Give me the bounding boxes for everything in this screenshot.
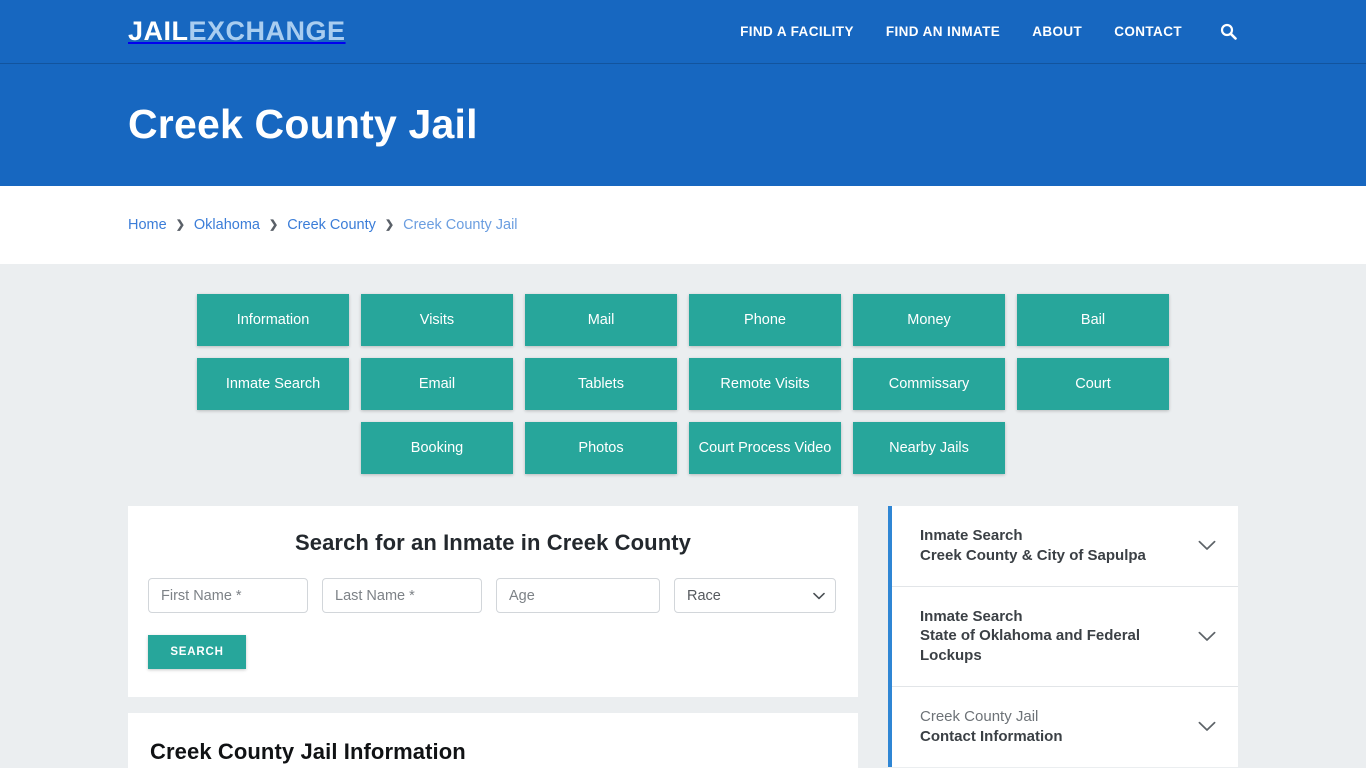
nav-item-find-a-facility[interactable]: FIND A FACILITY	[740, 24, 854, 39]
nav-item-contact[interactable]: CONTACT	[1114, 24, 1182, 39]
tile-mail[interactable]: Mail	[525, 294, 677, 346]
tile-phone[interactable]: Phone	[689, 294, 841, 346]
inmate-search-card: Search for an Inmate in Creek County Rac…	[128, 506, 858, 697]
sidebar-accordion: Inmate Search Creek County & City of Sap…	[888, 506, 1238, 767]
tile-bail[interactable]: Bail	[1017, 294, 1169, 346]
accordion-item-line2: Creek County & City of Sapulpa	[920, 546, 1146, 564]
accordion-item-text: Creek County Jail Contact Information	[920, 707, 1073, 747]
accordion-item-line1: Creek County Jail	[920, 707, 1039, 725]
last-name-input[interactable]	[322, 578, 482, 613]
accordion-item-line1: Inmate Search	[920, 607, 1023, 625]
race-select-wrapper: Race	[674, 578, 836, 613]
tile-remote-visits[interactable]: Remote Visits	[689, 358, 841, 410]
chevron-down-icon[interactable]	[1198, 631, 1216, 642]
tile-tablets[interactable]: Tablets	[525, 358, 677, 410]
tile-photos[interactable]: Photos	[525, 422, 677, 474]
tile-inmate-search[interactable]: Inmate Search	[197, 358, 349, 410]
tile-money[interactable]: Money	[853, 294, 1005, 346]
nav-item-find-an-inmate[interactable]: FIND AN INMATE	[886, 24, 1000, 39]
sidebar-column: Inmate Search Creek County & City of Sap…	[888, 506, 1238, 767]
tile-nearby-jails[interactable]: Nearby Jails	[853, 422, 1005, 474]
site-logo[interactable]: JAILEXCHANGE	[128, 18, 346, 45]
breadcrumb-item-oklahoma[interactable]: Oklahoma	[194, 217, 260, 233]
age-input[interactable]	[496, 578, 660, 613]
page-body: Information Visits Mail Phone Money Bail…	[0, 264, 1366, 768]
tile-commissary[interactable]: Commissary	[853, 358, 1005, 410]
first-name-input[interactable]	[148, 578, 308, 613]
jail-information-heading: Creek County Jail Information	[150, 739, 466, 764]
breadcrumb-item-creek-county-jail[interactable]: Creek County Jail	[403, 217, 517, 233]
hero-banner: Creek County Jail	[0, 64, 1366, 186]
chevron-right-icon: ❯	[175, 218, 185, 231]
race-select[interactable]: Race	[674, 578, 836, 613]
search-card-title: Search for an Inmate in Creek County	[294, 530, 692, 555]
jail-information-card: Creek County Jail Information	[128, 713, 858, 768]
breadcrumb: Home ❯ Oklahoma ❯ Creek County ❯ Creek C…	[128, 217, 518, 233]
search-button[interactable]: SEARCH	[148, 635, 246, 669]
search-icon[interactable]	[1218, 22, 1238, 42]
tile-court-process-video[interactable]: Court Process Video	[689, 422, 841, 474]
breadcrumb-bar: Home ❯ Oklahoma ❯ Creek County ❯ Creek C…	[0, 186, 1366, 264]
chevron-right-icon: ❯	[384, 218, 395, 231]
content-columns: Search for an Inmate in Creek County Rac…	[128, 506, 1238, 768]
accordion-item-line1: Inmate Search	[920, 527, 1023, 544]
facility-section-tiles: Information Visits Mail Phone Money Bail…	[137, 294, 1229, 474]
chevron-right-icon: ❯	[269, 218, 279, 231]
tile-court[interactable]: Court	[1017, 358, 1169, 410]
page-title: Creek County Jail	[128, 101, 478, 148]
tile-visits[interactable]: Visits	[361, 294, 513, 346]
top-navbar: JAILEXCHANGE FIND A FACILITY FIND AN INM…	[0, 0, 1366, 64]
chevron-down-icon[interactable]	[1198, 721, 1216, 732]
accordion-item-contact-information[interactable]: Creek County Jail Contact Information	[892, 687, 1238, 767]
accordion-item-text: Inmate Search State of Oklahoma and Fede…	[920, 607, 1198, 666]
logo-text-secondary: EXCHANGE	[188, 16, 346, 46]
accordion-item-line2: Contact Information	[920, 727, 1063, 745]
logo-text-primary: JAIL	[128, 16, 189, 46]
accordion-item-inmate-search-state[interactable]: Inmate Search State of Oklahoma and Fede…	[892, 587, 1238, 687]
chevron-down-icon[interactable]	[1198, 540, 1216, 551]
accordion-item-text: Inmate Search Creek County & City of Sap…	[920, 526, 1156, 566]
main-navigation: FIND A FACILITY FIND AN INMATE ABOUT CON…	[740, 22, 1238, 42]
accordion-item-line2: State of Oklahoma and Federal Lockups	[920, 627, 1141, 665]
tile-email[interactable]: Email	[361, 358, 513, 410]
tile-booking[interactable]: Booking	[361, 422, 513, 474]
main-column: Search for an Inmate in Creek County Rac…	[128, 506, 858, 768]
breadcrumb-item-creek-county[interactable]: Creek County	[287, 217, 376, 233]
nav-item-about[interactable]: ABOUT	[1032, 24, 1082, 39]
tile-information[interactable]: Information	[197, 294, 349, 346]
search-form-row: Race	[148, 578, 838, 613]
accordion-item-inmate-search-county[interactable]: Inmate Search Creek County & City of Sap…	[892, 506, 1238, 587]
breadcrumb-item-home[interactable]: Home	[128, 217, 167, 233]
